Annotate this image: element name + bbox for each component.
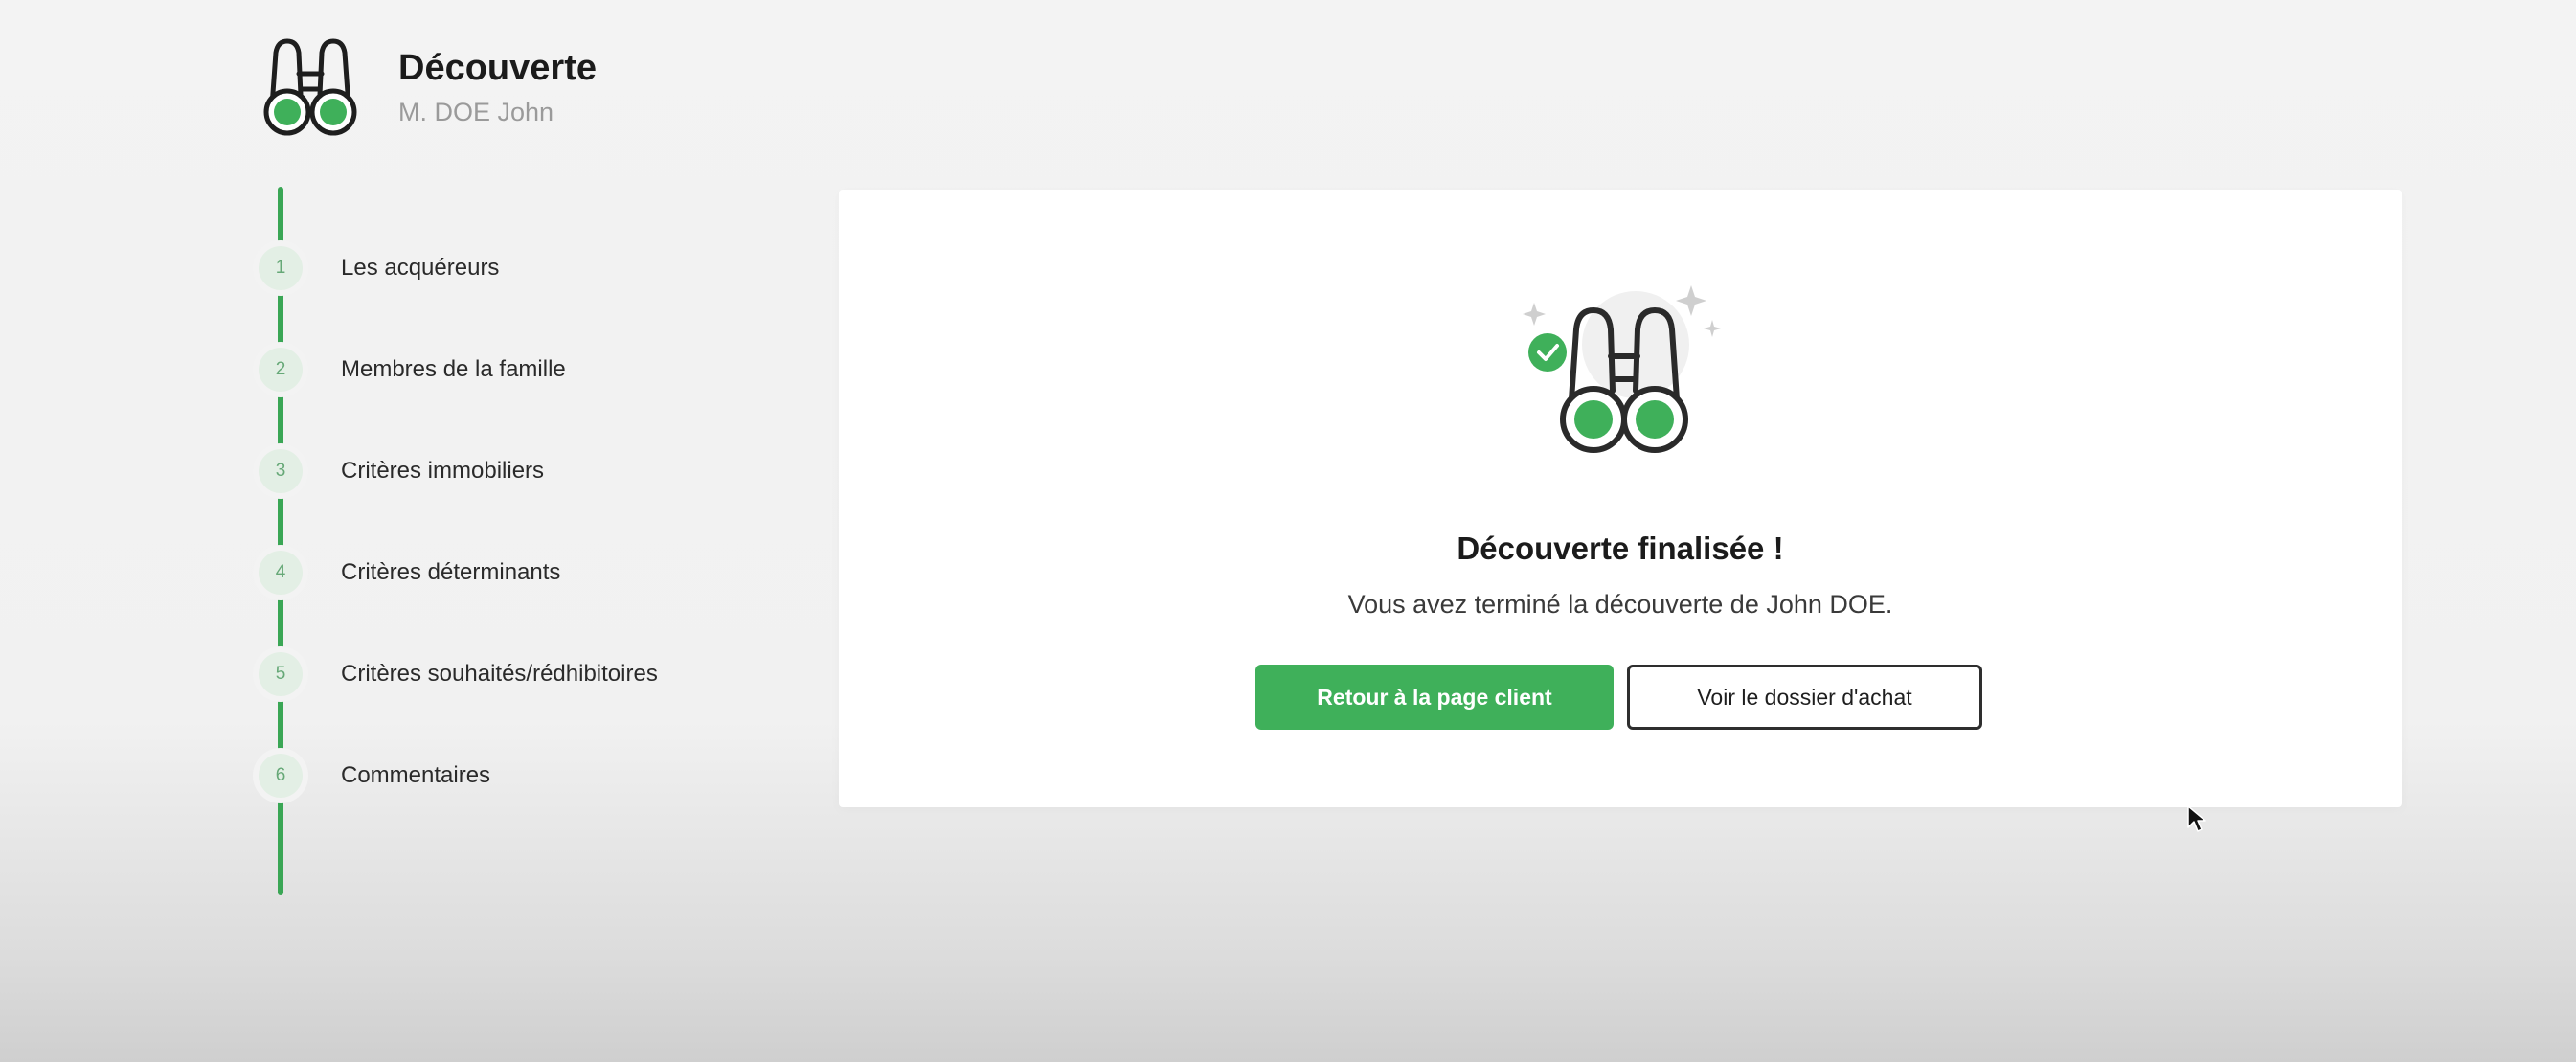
page-title: Découverte [398,48,597,88]
step-number: 4 [259,551,303,595]
step-criteres-souhaites[interactable]: 5 Critères souhaités/rédhibitoires [259,652,658,696]
step-number: 1 [259,246,303,290]
step-criteres-determinants[interactable]: 4 Critères déterminants [259,551,560,595]
step-label: Critères souhaités/rédhibitoires [341,661,658,687]
client-name: M. DOE John [398,98,554,126]
binoculars-check-icon [1523,285,1721,453]
step-number: 5 [259,652,303,696]
completion-card: Découverte finalisée ! Vous avez terminé… [839,190,2402,807]
view-purchase-file-button[interactable]: Voir le dossier d'achat [1627,665,1982,730]
header-text: Découverte M. DOE John [398,47,597,127]
completion-title: Découverte finalisée ! [1457,531,1784,566]
step-commentaires[interactable]: 6 Commentaires [259,754,490,798]
mouse-cursor-icon [2187,805,2206,832]
step-number: 6 [259,754,303,798]
back-to-client-button[interactable]: Retour à la page client [1255,665,1614,730]
step-label: Commentaires [341,762,491,788]
step-criteres-immobiliers[interactable]: 3 Critères immobiliers [259,449,544,493]
step-number: 3 [259,449,303,493]
step-label: Critères déterminants [341,559,561,585]
step-number: 2 [259,348,303,392]
step-label: Critères immobiliers [341,458,545,484]
binoculars-icon [263,38,357,136]
progress-stepper: 1 Les acquéreurs 2 Membres de la famille… [259,187,757,895]
completion-message: Vous avez terminé la découverte de John … [1347,590,1893,619]
page-header: Découverte M. DOE John [259,34,597,140]
step-label: Membres de la famille [341,356,566,382]
step-label: Les acquéreurs [341,255,500,281]
step-acquereurs[interactable]: 1 Les acquéreurs [259,246,499,290]
step-membres-famille[interactable]: 2 Membres de la famille [259,348,566,392]
